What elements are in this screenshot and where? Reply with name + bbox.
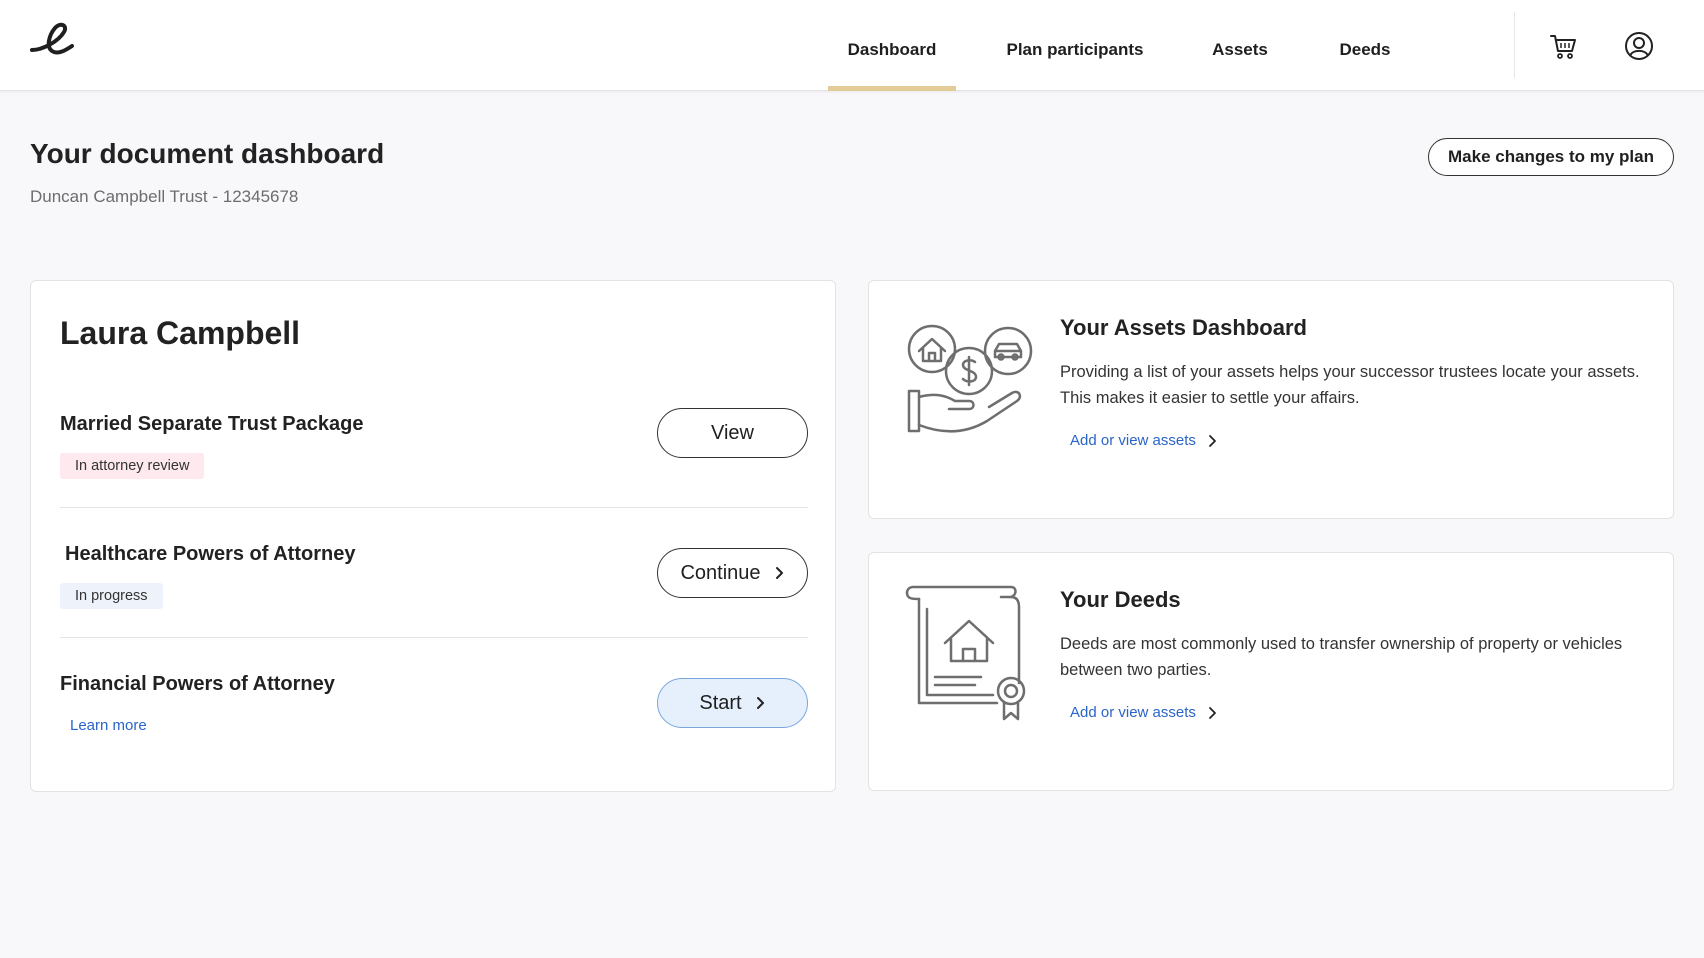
status-badge: In attorney review <box>60 453 205 479</box>
deeds-card: Your Deeds Deeds are most commonly used … <box>868 552 1674 791</box>
row-divider <box>60 507 808 508</box>
page-title: Your document dashboard <box>30 138 385 169</box>
assets-dashboard-card: Your Assets Dashboard Providing a list o… <box>868 280 1674 519</box>
make-changes-button[interactable]: Make changes to my plan <box>1428 138 1674 176</box>
tab-dashboard[interactable]: Dashboard <box>828 0 956 91</box>
person-documents-card: Laura Campbell Married Separate Trust Pa… <box>30 280 836 792</box>
cart-button[interactable] <box>1545 28 1581 64</box>
document-title: Financial Powers of Attorney <box>60 673 335 695</box>
deeds-link-label: Add or view assets <box>1070 704 1196 721</box>
deeds-add-or-view-assets-link[interactable]: Add or view assets <box>1070 704 1217 721</box>
start-button[interactable]: Start <box>657 678 808 728</box>
assets-card-description: Providing a list of your assets helps yo… <box>1060 363 1640 407</box>
tab-deeds[interactable]: Deeds <box>1325 0 1405 91</box>
view-button-label: View <box>711 421 754 444</box>
continue-button-label: Continue <box>680 561 761 584</box>
person-name: Laura Campbell <box>60 315 301 351</box>
view-button[interactable]: View <box>657 408 808 458</box>
assets-hand-icon <box>907 324 1033 433</box>
row-divider <box>60 637 808 638</box>
trust-subtitle: Duncan Campbell Trust - 12345678 <box>30 187 299 206</box>
cart-icon <box>1550 35 1576 59</box>
continue-button[interactable]: Continue <box>657 548 808 598</box>
tab-assets[interactable]: Assets <box>1200 0 1280 91</box>
chevron-right-icon <box>1208 434 1216 447</box>
nav-divider <box>1514 12 1515 78</box>
top-navigation-bar: Dashboard Plan participants Assets Deeds <box>0 0 1704 91</box>
add-or-view-assets-link[interactable]: Add or view assets <box>1070 432 1217 449</box>
document-title: Healthcare Powers of Attorney <box>65 543 356 565</box>
chevron-right-icon <box>756 697 764 709</box>
brand-logo[interactable] <box>28 20 76 60</box>
assets-card-title: Your Assets Dashboard <box>1060 315 1307 340</box>
status-badge: In progress <box>60 583 163 609</box>
chevron-right-icon <box>1208 706 1216 719</box>
tab-plan-participants[interactable]: Plan participants <box>995 0 1155 91</box>
chevron-right-icon <box>775 567 783 579</box>
assets-link-label: Add or view assets <box>1070 432 1196 449</box>
deed-document-icon <box>905 585 1026 721</box>
account-icon <box>1625 32 1653 60</box>
document-title: Married Separate Trust Package <box>60 413 364 435</box>
start-button-label: Start <box>699 691 742 714</box>
deeds-card-title: Your Deeds <box>1060 587 1181 612</box>
learn-more-link[interactable]: Learn more <box>70 717 147 734</box>
deeds-card-description: Deeds are most commonly used to transfer… <box>1060 635 1623 679</box>
account-button[interactable] <box>1621 28 1657 64</box>
